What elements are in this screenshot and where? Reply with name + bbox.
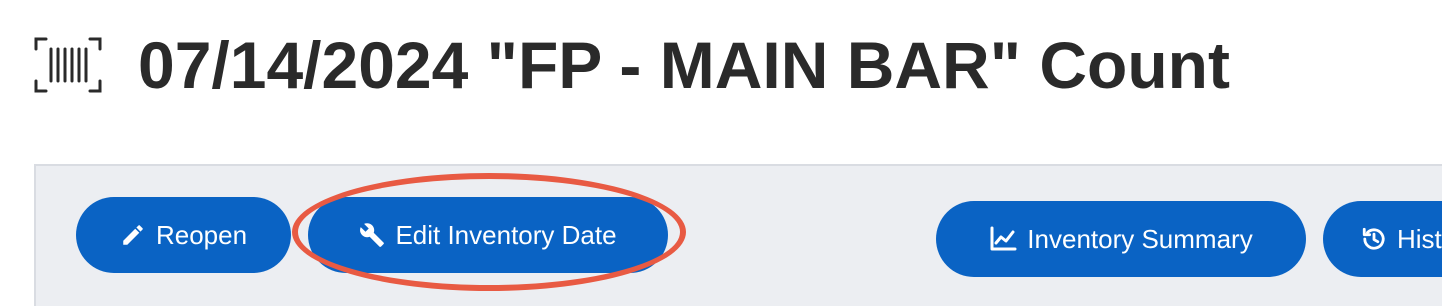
reopen-label: Reopen [155,219,248,250]
reopen-button[interactable]: Reopen [76,197,291,273]
page-title: 07/14/2024 "FP - MAIN BAR" Count [138,28,1230,102]
pencil-icon [123,225,143,245]
edit-inventory-date-button[interactable]: Edit Inventory Date [308,197,668,273]
line-chart-icon [990,226,1017,251]
history-icon [1362,227,1385,250]
inventory-summary-label: Inventory Summary [1027,223,1253,254]
wrench-icon [360,223,385,247]
page-header: 07/14/2024 "FP - MAIN BAR" Count [0,0,1442,150]
history-label: Hist [1397,223,1442,254]
inventory-summary-button[interactable]: Inventory Summary [936,201,1306,277]
history-button[interactable]: Hist [1323,201,1442,277]
edit-inventory-date-label: Edit Inventory Date [395,219,617,250]
barcode-scan-icon [34,37,102,93]
